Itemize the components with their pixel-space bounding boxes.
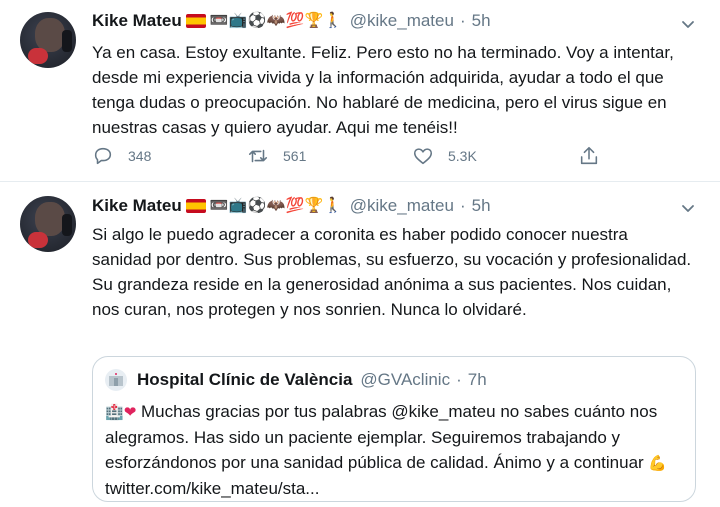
tweet[interactable]: Kike Mateu 📼 📺 ⚽ 🦇 💯 🏆 🚶 @kike_mateu · 5…	[0, 0, 720, 182]
like-count: 5.3K	[448, 148, 477, 164]
tweet-header: Kike Mateu 📼 📺 ⚽ 🦇 💯 🏆 🚶 @kike_mateu · 5…	[92, 11, 491, 31]
tweet-text: Ya en casa. Estoy exultante. Feliz. Pero…	[92, 43, 674, 137]
spain-flag-icon	[185, 199, 206, 213]
quote-timestamp: 7h	[467, 370, 487, 389]
spain-flag-icon	[185, 14, 206, 28]
quote-author-handle[interactable]: @GVAclinic	[360, 370, 450, 390]
hospital-emoji: 🏥	[105, 404, 124, 421]
red-heart-emoji: ❤	[123, 404, 137, 421]
caret-down-icon[interactable]	[680, 16, 696, 32]
tweet-header: Kike Mateu 📼 📺 ⚽ 🦇 💯 🏆 🚶 @kike_mateu · 5…	[92, 196, 491, 216]
avatar[interactable]	[20, 196, 76, 252]
trophy-emoji: 🏆	[304, 197, 324, 214]
reply-button[interactable]: 348	[92, 145, 151, 167]
retweet-count: 561	[283, 148, 307, 164]
tweet-text: Si algo le puedo agradecer a coronita es…	[92, 225, 692, 319]
quote-text: 🏥❤ Muchas gracias por tus palabras @kike…	[105, 399, 687, 501]
share-button[interactable]	[578, 145, 600, 167]
separator-dot: ·	[456, 370, 462, 389]
hospital-avatar[interactable]	[105, 369, 127, 391]
name-emojis: 📼 📺 ⚽ 🦇 💯 🏆 🚶	[185, 197, 343, 215]
bat-emoji: 🦇	[266, 197, 286, 214]
author-handle[interactable]: @kike_mateu	[350, 11, 454, 31]
author-name[interactable]: Kike Mateu	[92, 11, 182, 31]
tape-emoji: 📼	[209, 197, 229, 214]
separator-dot: ·	[459, 11, 466, 30]
bat-emoji: 🦇	[266, 12, 286, 29]
share-icon	[580, 146, 598, 165]
quote-body: Muchas gracias por tus palabras @kike_ma…	[105, 402, 658, 472]
caret-down-icon[interactable]	[680, 200, 696, 216]
muscle-emoji: 💪	[648, 455, 668, 472]
timestamp[interactable]: 5h	[472, 11, 491, 31]
quoted-tweet[interactable]: Hospital Clínic de València @GVAclinic ·…	[92, 356, 696, 502]
author-name[interactable]: Kike Mateu	[92, 196, 182, 216]
tweet[interactable]: Kike Mateu 📼 📺 ⚽ 🦇 💯 🏆 🚶 @kike_mateu · 5…	[0, 182, 720, 507]
soccer-emoji: ⚽	[247, 197, 267, 214]
quote-header: Hospital Clínic de València @GVAclinic ·…	[105, 369, 487, 391]
walking-emoji: 🚶	[323, 12, 343, 29]
hospital-icon	[109, 373, 123, 386]
soccer-emoji: ⚽	[247, 12, 267, 29]
tv-emoji: 📺	[228, 12, 248, 29]
timestamp[interactable]: 5h	[472, 196, 491, 216]
name-emojis: 📼 📺 ⚽ 🦇 💯 🏆 🚶	[185, 12, 343, 30]
tweet-actions: 348 561 5.3K	[92, 145, 612, 171]
retweet-button[interactable]: 561	[247, 145, 306, 167]
retweet-icon	[248, 149, 268, 163]
avatar[interactable]	[20, 12, 76, 68]
hundred-emoji: 💯	[285, 197, 305, 214]
quote-author-name[interactable]: Hospital Clínic de València	[137, 370, 352, 390]
tape-emoji: 📼	[209, 12, 229, 29]
trophy-emoji: 🏆	[304, 12, 324, 29]
author-handle[interactable]: @kike_mateu	[350, 196, 454, 216]
hundred-emoji: 💯	[285, 12, 305, 29]
quote-link[interactable]: twitter.com/kike_mateu/sta...	[105, 479, 319, 498]
separator-dot: ·	[459, 196, 466, 215]
reply-icon	[94, 147, 112, 165]
reply-count: 348	[128, 148, 152, 164]
walking-emoji: 🚶	[323, 197, 343, 214]
like-button[interactable]: 5.3K	[412, 145, 477, 167]
tv-emoji: 📺	[228, 197, 248, 214]
like-icon	[413, 148, 433, 165]
